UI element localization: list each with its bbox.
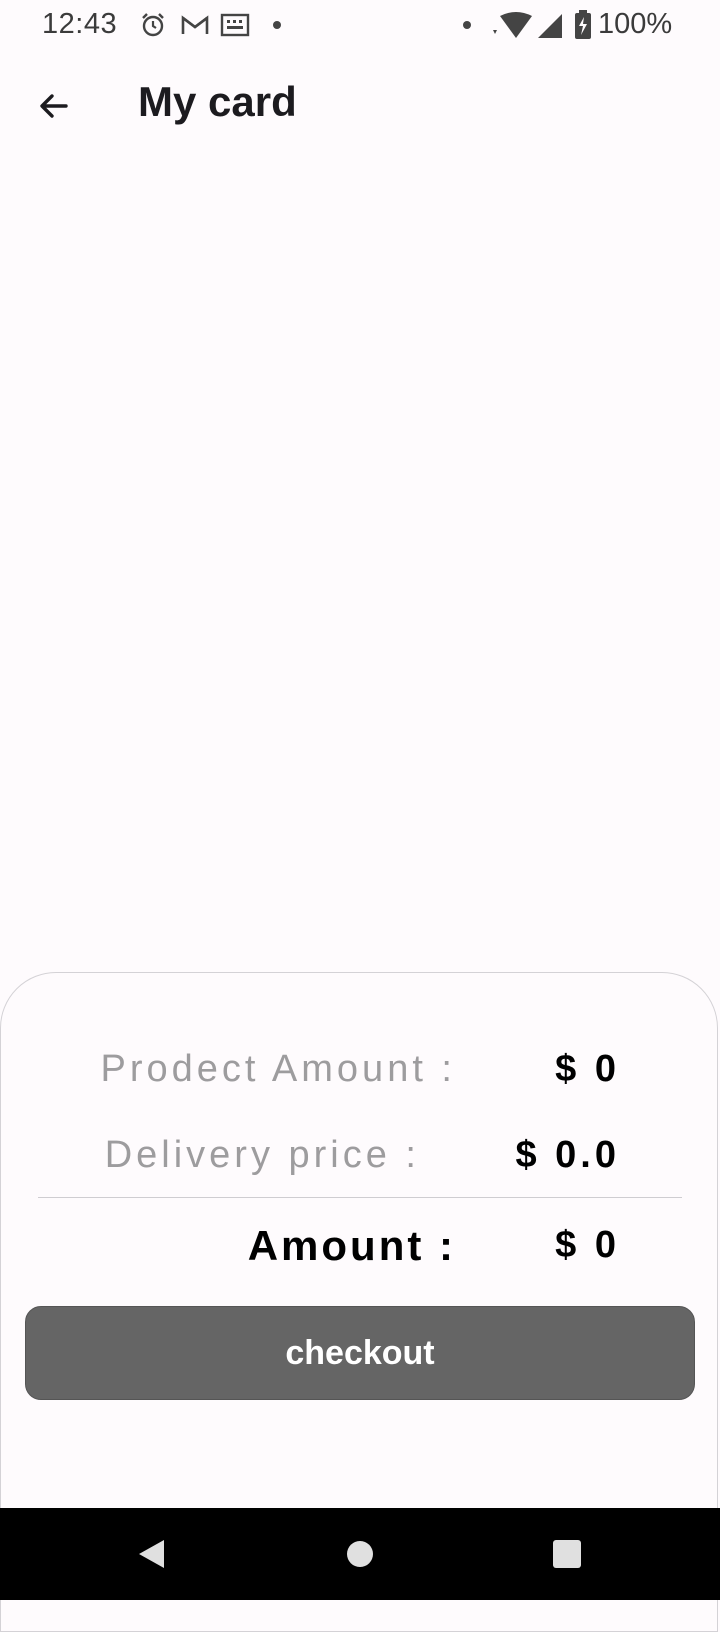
checkout-button[interactable]: checkout: [25, 1306, 695, 1400]
keyboard-icon: [220, 13, 250, 37]
total-amount-value: $ 0: [555, 1224, 620, 1266]
dot-icon: [273, 21, 281, 29]
nav-home-icon: [347, 1541, 373, 1567]
nav-home-button[interactable]: [336, 1530, 384, 1578]
page-title: My card: [138, 78, 297, 125]
back-button[interactable]: [26, 78, 82, 134]
total-amount-row: Amount : $ 0: [0, 1216, 720, 1276]
status-bar: 12:43 100%: [0, 0, 720, 52]
app-bar: My card: [0, 60, 720, 148]
summary-divider: [38, 1197, 682, 1198]
nav-back-button[interactable]: [128, 1530, 176, 1578]
status-time: 12:43: [42, 8, 118, 40]
delivery-price-value: $ 0.0: [515, 1134, 620, 1176]
gmail-icon: [181, 15, 209, 34]
product-amount-label: Prodect Amount :: [100, 1048, 456, 1090]
battery-charging-icon: [575, 10, 591, 39]
product-amount-row: Prodect Amount : $ 0: [0, 1040, 720, 1100]
product-amount-value: $ 0: [555, 1048, 620, 1090]
arrow-left-icon: [40, 94, 68, 118]
alarm-icon: [142, 13, 164, 37]
system-navigation-bar: [0, 1508, 720, 1600]
cell-signal-icon: [538, 14, 562, 38]
nav-recents-button[interactable]: [543, 1530, 591, 1578]
delivery-price-label: Delivery price :: [104, 1134, 420, 1176]
wifi-icon: [493, 12, 532, 38]
total-amount-label: Amount :: [247, 1222, 456, 1269]
nav-recents-icon: [553, 1540, 581, 1568]
delivery-price-row: Delivery price : $ 0.0: [0, 1126, 720, 1186]
dot-icon: [463, 21, 471, 29]
battery-percent: 100%: [598, 8, 673, 40]
nav-back-icon: [139, 1540, 164, 1568]
